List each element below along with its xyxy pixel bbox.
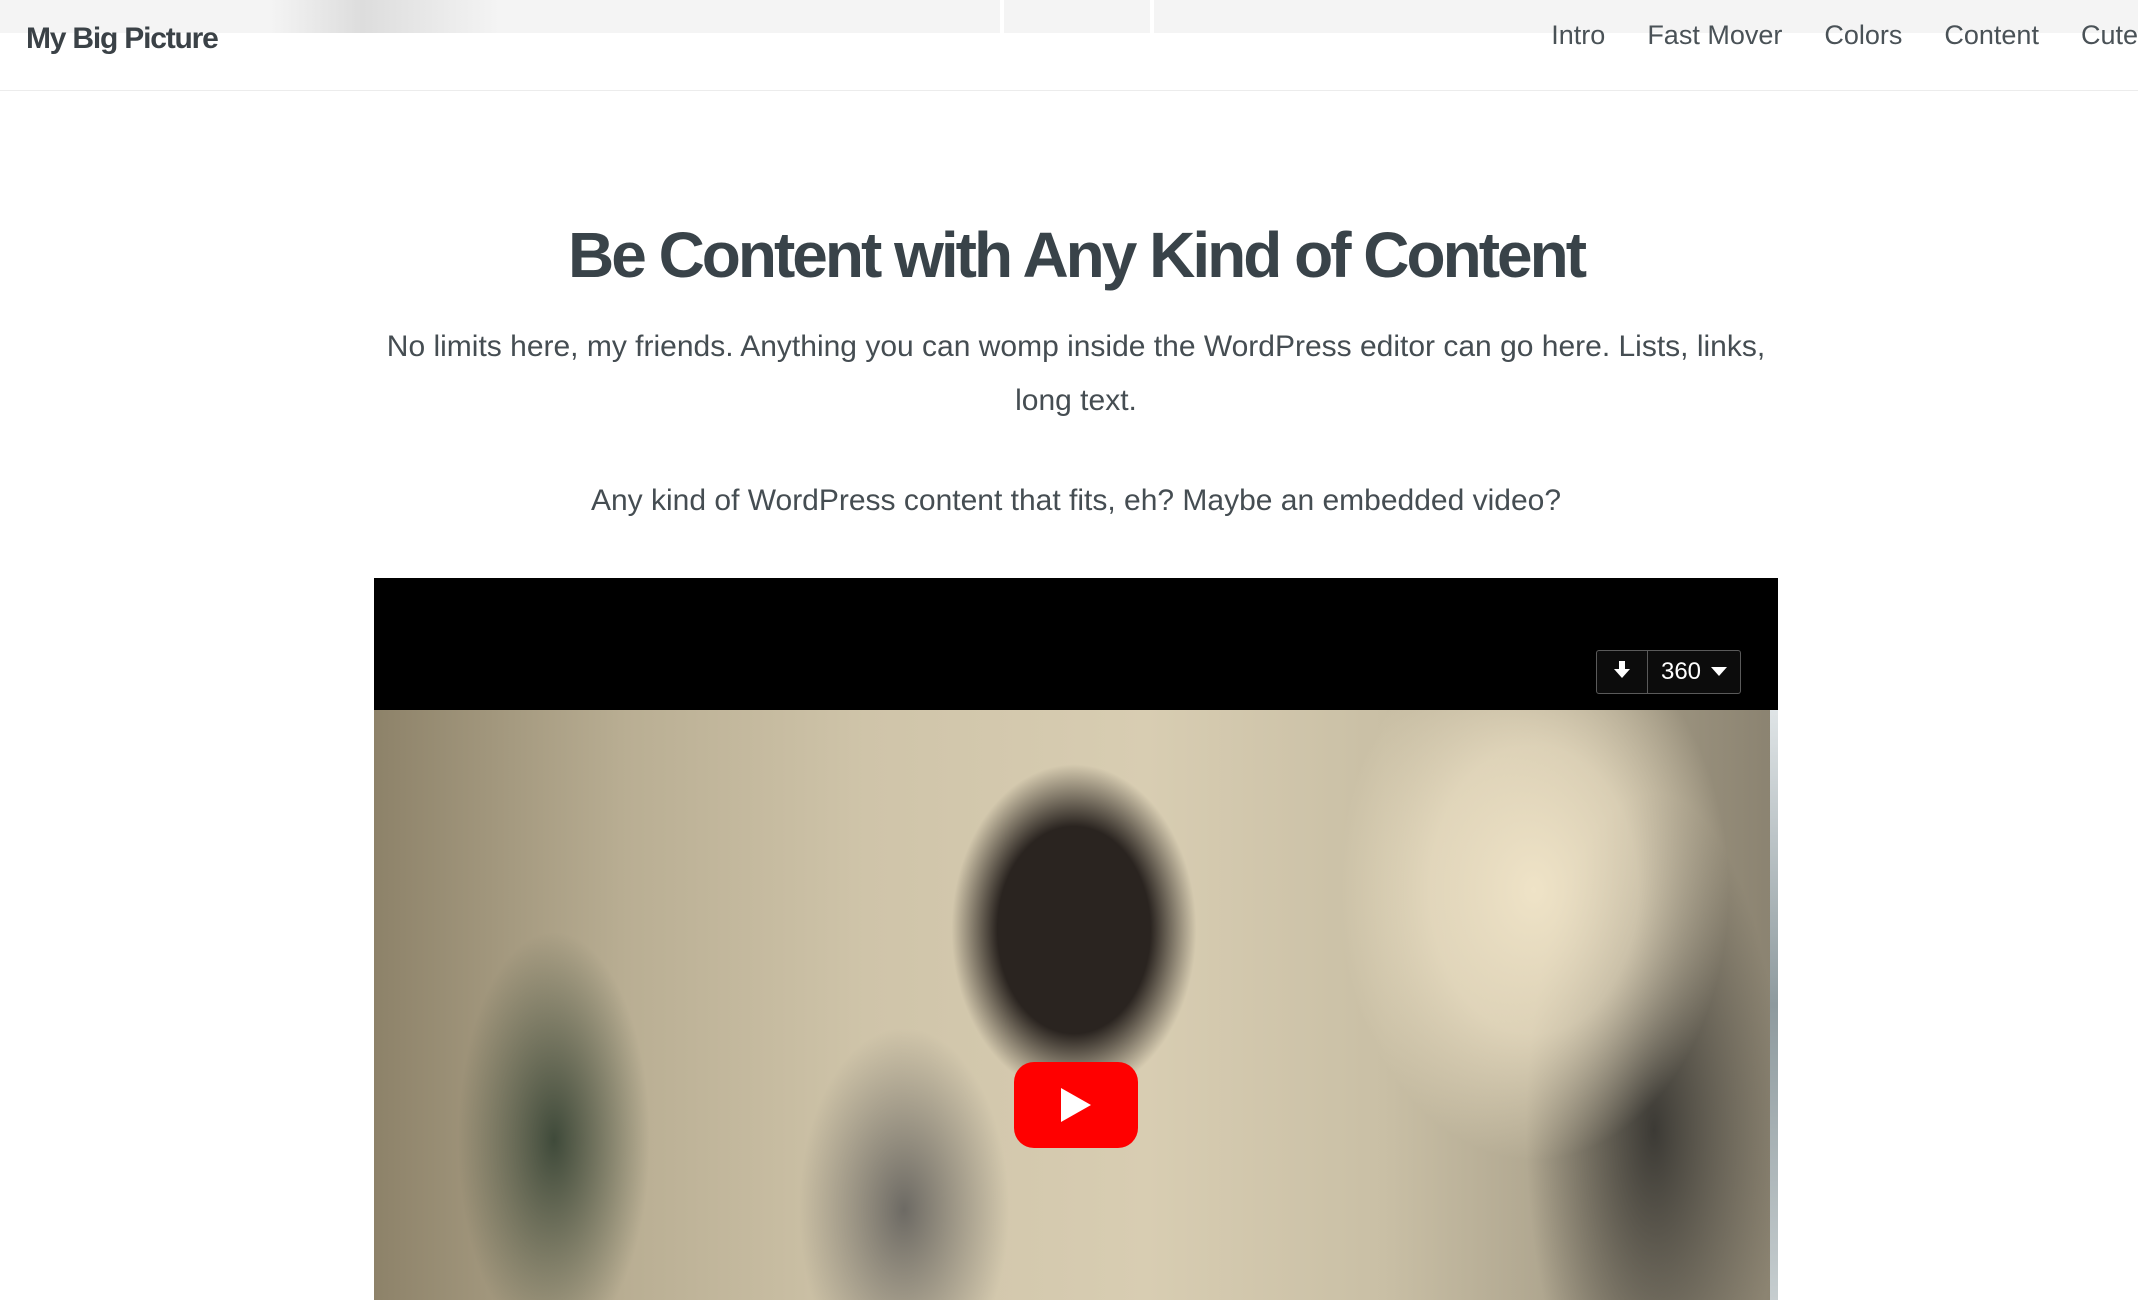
section-paragraph-1: No limits here, my friends. Anything you… xyxy=(386,330,1766,418)
site-brand[interactable]: My Big Picture xyxy=(26,22,219,56)
nav-item-content[interactable]: Content xyxy=(1944,20,2039,51)
video-quality-controls: 360 xyxy=(1596,650,1741,694)
download-button[interactable] xyxy=(1597,651,1648,693)
main-nav: Intro Fast Mover Colors Content Cute xyxy=(1509,20,2138,51)
nav-item-intro[interactable]: Intro xyxy=(1551,20,1605,51)
play-icon xyxy=(1061,1088,1091,1122)
nav-item-fast-mover[interactable]: Fast Mover xyxy=(1647,20,1782,51)
download-icon xyxy=(1613,660,1631,685)
video-thumbnail xyxy=(374,710,1778,1300)
quality-value: 360 xyxy=(1660,658,1702,685)
play-button[interactable] xyxy=(1014,1062,1138,1148)
chevron-down-icon xyxy=(1711,667,1728,676)
embedded-video-player[interactable]: 360 xyxy=(374,578,1778,1300)
nav-item-colors[interactable]: Colors xyxy=(1824,20,1902,51)
section-paragraph-2: Any kind of WordPress content that fits,… xyxy=(590,484,1562,518)
quality-selector[interactable]: 360 xyxy=(1648,651,1740,693)
content-section: Be Content with Any Kind of Content No l… xyxy=(374,220,1778,528)
site-header: My Big Picture Intro Fast Mover Colors C… xyxy=(0,0,2138,91)
section-title: Be Content with Any Kind of Content xyxy=(567,219,1587,291)
nav-item-cute[interactable]: Cute xyxy=(2081,20,2138,51)
